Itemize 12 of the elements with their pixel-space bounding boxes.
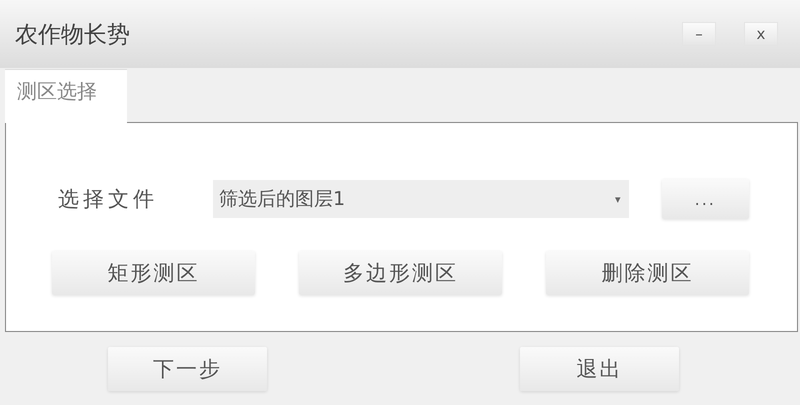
dropdown-value: 筛选后的图层1 bbox=[219, 187, 346, 212]
area-button[interactable]: 删除测区 bbox=[546, 251, 749, 295]
next-button[interactable]: 下一步 bbox=[108, 347, 267, 391]
area-button[interactable]: 矩形测区 bbox=[52, 251, 255, 295]
exit-button[interactable]: 退出 bbox=[520, 347, 679, 391]
area-button[interactable]: 多边形测区 bbox=[299, 251, 502, 295]
dropdown-arrow: ▾ bbox=[615, 192, 621, 206]
file-dropdown[interactable]: 筛选后的图层1 ▾ bbox=[213, 180, 629, 218]
tab[interactable]: 测区选择 bbox=[5, 69, 127, 123]
file-label: 选择文件 bbox=[57, 186, 159, 213]
window-title: 农作物长势 bbox=[15, 20, 131, 50]
browse-button[interactable]: ... bbox=[662, 179, 749, 219]
